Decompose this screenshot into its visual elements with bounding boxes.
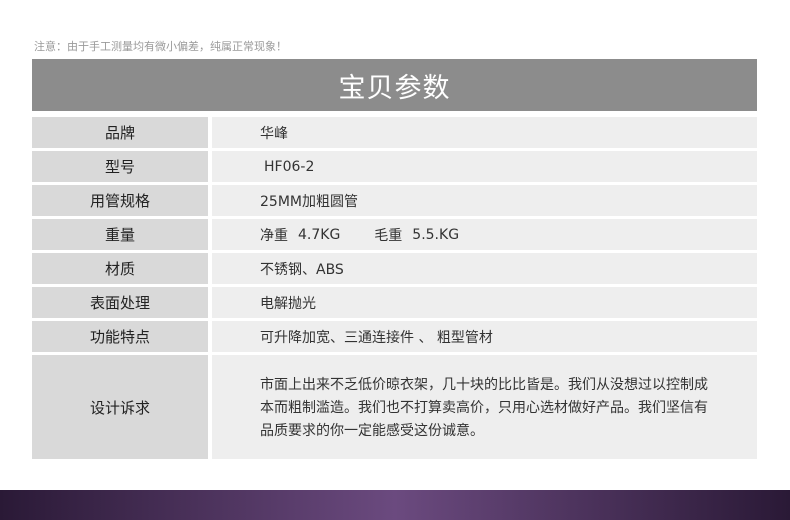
gross-weight-value: 5.5.KG <box>412 226 460 243</box>
footer-gradient-band <box>0 490 790 520</box>
spec-table: 品牌 华峰 型号 HF06-2 用管规格 25MM加粗圆管 重量 净重 4.7K… <box>32 117 757 462</box>
spec-value-brand: 华峰 <box>212 117 757 148</box>
spec-value-model-cell: HF06-2 <box>212 151 757 182</box>
spec-row-model: 型号 HF06-2 <box>32 151 757 182</box>
spec-value-features: 可升降加宽、三通连接件 、 粗型管材 <box>212 321 757 352</box>
spec-value-weight: 净重 4.7KG 毛重 5.5.KG <box>212 219 757 250</box>
spec-key-model: 型号 <box>32 151 208 182</box>
gross-weight-label: 毛重 <box>374 227 403 244</box>
banner-title: 宝贝参数 <box>32 59 757 111</box>
spec-row-brand: 品牌 华峰 <box>32 117 757 148</box>
measurement-notice: 注意：由于手工测量均有微小偏差，纯属正常现象！ <box>34 40 287 53</box>
spec-row-finish: 表面处理 电解抛光 <box>32 287 757 318</box>
spec-key-tube: 用管规格 <box>32 185 208 216</box>
spec-row-material: 材质 不锈钢、ABS <box>32 253 757 284</box>
spec-value-material: 不锈钢、ABS <box>212 253 757 284</box>
spec-key-brand: 品牌 <box>32 117 208 148</box>
spec-row-design: 设计诉求 市面上出来不乏低价晾衣架，几十块的比比皆是。我们从没想过以控制成本而粗… <box>32 355 757 459</box>
spec-value-design: 市面上出来不乏低价晾衣架，几十块的比比皆是。我们从没想过以控制成本而粗制滥造。我… <box>212 355 757 459</box>
spec-row-tube: 用管规格 25MM加粗圆管 <box>32 185 757 216</box>
spec-key-material: 材质 <box>32 253 208 284</box>
spec-row-features: 功能特点 可升降加宽、三通连接件 、 粗型管材 <box>32 321 757 352</box>
spec-key-design: 设计诉求 <box>32 355 208 459</box>
spec-value-model: HF06-2 <box>264 158 315 175</box>
net-weight-label: 净重 <box>260 227 288 244</box>
spec-key-finish: 表面处理 <box>32 287 208 318</box>
spec-key-features: 功能特点 <box>32 321 208 352</box>
net-weight-value: 4.7KG <box>298 226 341 243</box>
spec-row-weight: 重量 净重 4.7KG 毛重 5.5.KG <box>32 219 757 250</box>
spec-value-finish: 电解抛光 <box>212 287 757 318</box>
spec-value-tube: 25MM加粗圆管 <box>212 185 757 216</box>
spec-key-weight: 重量 <box>32 219 208 250</box>
